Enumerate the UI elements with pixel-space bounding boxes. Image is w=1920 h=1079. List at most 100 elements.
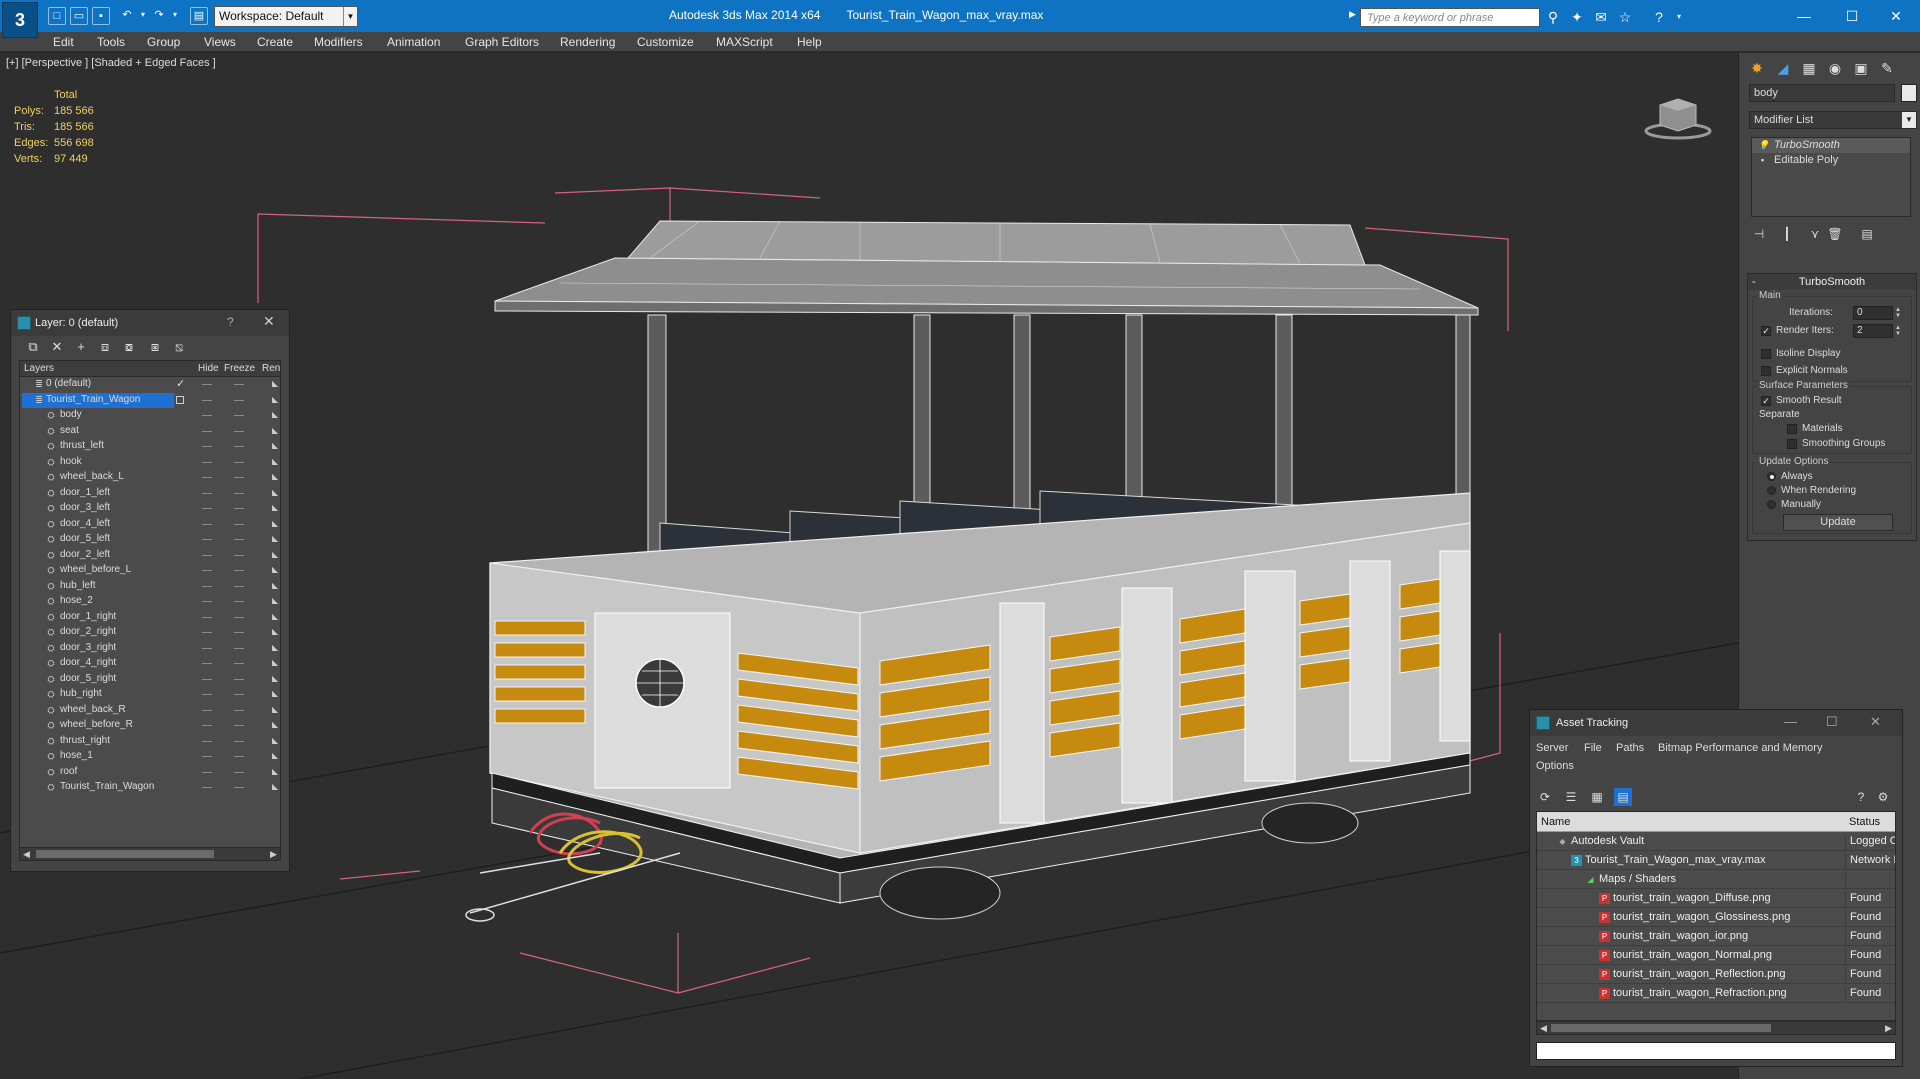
menu-create[interactable]: Create (257, 35, 293, 49)
freeze-toggle[interactable] (234, 787, 244, 788)
close-button[interactable]: ✕ (1876, 4, 1916, 28)
menu-edit[interactable]: Edit (53, 35, 74, 49)
freeze-toggle[interactable] (234, 632, 244, 633)
render-teapot-icon[interactable]: ◣ (272, 395, 280, 404)
create-layer-icon[interactable]: ⧉ (23, 338, 43, 356)
freeze-toggle[interactable] (234, 647, 244, 649)
render-teapot-icon[interactable]: ◣ (272, 752, 280, 760)
search-expand-icon[interactable]: ▶ (1349, 9, 1359, 26)
scroll-right-icon[interactable]: ▶ (270, 848, 277, 860)
always-radio[interactable]: Always (1767, 471, 1813, 482)
freeze-toggle[interactable] (234, 601, 244, 602)
object-name-field[interactable]: body (1749, 84, 1895, 102)
asset-menu-paths[interactable]: Paths (1616, 742, 1644, 754)
hide-toggle[interactable] (202, 399, 212, 401)
hide-toggle[interactable] (202, 461, 212, 463)
list-view-icon[interactable]: ☰ (1562, 788, 1580, 806)
render-teapot-icon[interactable]: ◣ (272, 535, 280, 543)
delete-layer-icon[interactable]: ✕ (47, 338, 67, 356)
menu-animation[interactable]: Animation (387, 35, 440, 49)
asset-row[interactable]: Ptourist_train_wagon_ior.png Found (1537, 927, 1895, 946)
hide-toggle[interactable] (202, 725, 212, 726)
chevron-down-icon[interactable]: ▼ (1902, 112, 1916, 128)
freeze-toggle[interactable] (234, 492, 244, 494)
binoculars-icon[interactable]: ⚲ (1544, 8, 1562, 26)
create-tab-icon[interactable]: ✸ (1745, 57, 1769, 79)
modifier-list-dropdown[interactable]: Modifier List ▼ (1749, 111, 1917, 129)
menu-help[interactable]: Help (797, 35, 822, 49)
hide-toggle[interactable] (202, 709, 212, 711)
iterations-spinner[interactable]: 0 ▲ ▼ (1853, 306, 1901, 320)
display-tab-icon[interactable]: ▣ (1849, 57, 1873, 79)
asset-row[interactable]: ◆ Autodesk Vault Logged O (1537, 832, 1895, 851)
render-teapot-icon[interactable]: ◣ (272, 581, 280, 590)
horizontal-scrollbar[interactable]: ◀ ▶ (19, 847, 281, 861)
hide-toggle[interactable] (202, 384, 212, 385)
freeze-toggle[interactable] (234, 725, 244, 726)
hierarchy-tab-icon[interactable]: ▦ (1797, 57, 1821, 79)
hide-toggle[interactable] (202, 492, 212, 494)
freeze-toggle[interactable] (234, 709, 244, 711)
render-teapot-icon[interactable]: ◣ (272, 643, 280, 652)
hide-toggle[interactable] (202, 771, 212, 773)
hide-toggle[interactable] (202, 523, 212, 525)
active-layer-check-icon[interactable]: ✓ (176, 377, 185, 390)
asset-row[interactable]: Ptourist_train_wagon_Reflection.png Found (1537, 965, 1895, 984)
render-teapot-icon[interactable]: ◣ (272, 783, 280, 791)
hide-toggle[interactable] (202, 787, 212, 788)
communication-icon[interactable]: ✉ (1592, 8, 1610, 26)
asset-row[interactable]: Ptourist_train_wagon_Glossiness.png Found (1537, 908, 1895, 927)
configure-sets-icon[interactable]: ▤ (1857, 225, 1877, 243)
render-teapot-icon[interactable]: ◣ (272, 690, 280, 698)
hide-toggle[interactable] (202, 601, 212, 602)
stack-item-turbosmooth[interactable]: 💡 TurboSmooth (1752, 138, 1910, 153)
asset-path-field[interactable] (1536, 1042, 1896, 1060)
object-row[interactable]: ⛭ door_4_right ◣ (20, 656, 280, 672)
isoline-display-checkbox[interactable]: Isoline Display (1761, 348, 1840, 359)
freeze-toggle[interactable] (234, 461, 244, 463)
object-row[interactable]: ⛭ hook ◣ (20, 455, 280, 471)
search-input[interactable]: Type a keyword or phrase (1360, 8, 1540, 27)
render-teapot-icon[interactable]: ◣ (272, 767, 280, 776)
menu-rendering[interactable]: Rendering (560, 35, 615, 49)
object-row[interactable]: ⛭ roof ◣ (20, 765, 280, 781)
render-teapot-icon[interactable]: ◣ (272, 457, 280, 466)
scroll-left-icon[interactable]: ◀ (23, 848, 30, 860)
asset-menu-bitmap-performance[interactable]: Bitmap Performance and Memory (1658, 742, 1822, 754)
when-rendering-radio[interactable]: When Rendering (1767, 485, 1856, 496)
render-teapot-icon[interactable]: ◣ (272, 721, 280, 729)
render-teapot-icon[interactable]: ◣ (272, 442, 280, 450)
layer-dialog-titlebar[interactable]: Layer: 0 (default) ? ✕ (11, 310, 289, 336)
hide-toggle[interactable] (202, 740, 212, 742)
help-dropdown-icon[interactable]: ▾ (1670, 8, 1688, 26)
object-row[interactable]: ⛭ door_3_right ◣ (20, 641, 280, 657)
layer-row[interactable]: ≣ Tourist_Train_Wagon ◣ (20, 392, 280, 409)
asset-list[interactable]: Name Status ◆ Autodesk Vault Logged O 3 Tour… (1536, 811, 1896, 1021)
col-name[interactable]: Name (1541, 816, 1570, 828)
object-row[interactable]: ⛭ wheel_before_L ◣ (20, 563, 280, 579)
hide-toggle[interactable] (202, 477, 212, 478)
hide-toggle[interactable] (202, 585, 212, 587)
freeze-toggle[interactable] (234, 477, 244, 478)
menu-graph-editors[interactable]: Graph Editors (465, 35, 539, 49)
materials-checkbox[interactable]: Materials (1787, 423, 1843, 434)
render-teapot-icon[interactable]: ◣ (272, 411, 280, 419)
render-iters-checkbox[interactable]: ✓ Render Iters: (1761, 325, 1834, 336)
scroll-left-icon[interactable]: ◀ (1540, 1022, 1547, 1034)
make-unique-icon[interactable]: ⋎ (1805, 225, 1825, 243)
render-teapot-icon[interactable]: ◣ (272, 674, 280, 683)
hide-toggle[interactable] (202, 430, 212, 432)
highlight-selected-icon[interactable]: ⧇ (119, 338, 139, 356)
object-row[interactable]: ⛭ Tourist_Train_Wagon ◣ (20, 780, 280, 796)
render-teapot-icon[interactable]: ◣ (272, 736, 280, 745)
col-freeze[interactable]: Freeze (224, 363, 255, 374)
save-file-icon[interactable]: ▪ (92, 7, 110, 25)
help-icon[interactable]: ? (1852, 788, 1870, 806)
col-status[interactable]: Status (1849, 816, 1880, 828)
maximize-button[interactable]: ☐ (1826, 714, 1838, 730)
thumbnail-view-icon[interactable]: ▦ (1588, 788, 1606, 806)
object-row[interactable]: ⛭ hub_right ◣ (20, 687, 280, 703)
freeze-toggle[interactable] (234, 585, 244, 587)
freeze-toggle[interactable] (234, 554, 244, 556)
asset-row[interactable]: ◢ Maps / Shaders (1537, 870, 1895, 889)
